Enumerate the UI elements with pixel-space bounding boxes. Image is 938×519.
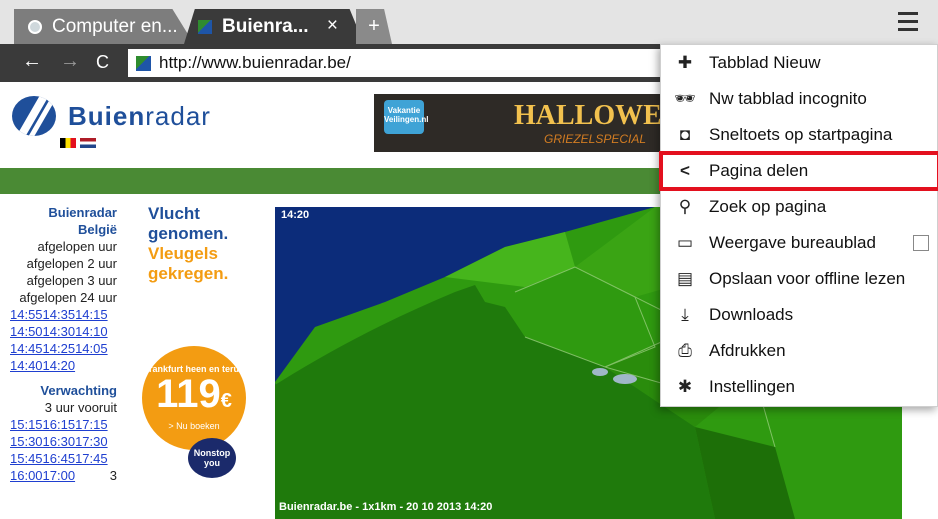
menu-item-new-tab[interactable]: ✚ Tabblad Nieuw bbox=[661, 45, 938, 81]
radar-sidebar: Buienradar België afgelopen uur afgelope… bbox=[10, 204, 117, 484]
tab-strip: Computer en... Buienra... × + bbox=[0, 0, 938, 44]
banner-title: HALLOWEEN bbox=[514, 100, 660, 131]
logo-main: Buien bbox=[68, 100, 146, 131]
site-logo[interactable]: Buienradar bbox=[12, 96, 211, 136]
time-link[interactable]: 14:5014:3014:10 bbox=[10, 323, 117, 340]
map-caption: Buienradar.be - 1x1km - 20 10 2013 14:20 bbox=[279, 501, 493, 513]
ad-line: genomen. bbox=[148, 224, 229, 243]
map-time: 14:20 bbox=[281, 209, 310, 221]
desktop-view-checkbox[interactable] bbox=[913, 235, 929, 251]
flight-ad[interactable]: Vlucht genomen. Vleugels gekregen. Frank… bbox=[128, 204, 262, 519]
ad-route: Frankfurt heen en terug bbox=[143, 364, 245, 374]
forecast-suffix: 3 bbox=[109, 468, 117, 483]
menu-item-label: Downloads bbox=[709, 305, 794, 324]
sidebar-title: Buienradar bbox=[48, 205, 117, 220]
menu-item-label: Pagina delen bbox=[709, 161, 809, 180]
forward-button[interactable]: → bbox=[60, 50, 80, 73]
ad-currency: € bbox=[220, 390, 232, 412]
ad-line: Vleugels bbox=[148, 244, 218, 263]
forecast-link[interactable]: 16:0017:00 bbox=[10, 467, 75, 484]
time-link[interactable]: 14:4514:2514:05 bbox=[10, 340, 117, 357]
past-link[interactable]: afgelopen 24 uur bbox=[10, 289, 117, 306]
buienradar-favicon bbox=[198, 19, 212, 34]
forecast-subtitle: 3 uur vooruit bbox=[44, 400, 117, 415]
menu-item-save-offline[interactable]: ▤ Opslaan voor offline lezen bbox=[661, 261, 938, 297]
search-icon: ⚲ bbox=[678, 197, 692, 216]
menu-item-share-page[interactable]: < Pagina delen bbox=[659, 151, 938, 191]
tab-buienradar[interactable]: Buienra... × bbox=[184, 9, 364, 44]
forecast-link[interactable]: 15:3016:3017:30 bbox=[10, 433, 117, 450]
url-text: http://www.buienradar.be/ bbox=[159, 53, 351, 72]
menu-item-label: Tabblad Nieuw bbox=[709, 53, 821, 72]
incognito-icon: 🕶 bbox=[674, 89, 696, 108]
time-link[interactable]: 14:5514:3514:15 bbox=[10, 306, 117, 323]
ad-price: 119 bbox=[156, 372, 221, 416]
price-badge: Frankfurt heen en terug 119€ > Nu boeken bbox=[142, 346, 246, 450]
reload-button[interactable]: C bbox=[96, 52, 109, 73]
menu-item-label: Sneltoets op startpagina bbox=[709, 125, 893, 144]
menu-item-label: Zoek op pagina bbox=[709, 197, 827, 216]
menu-item-desktop-view[interactable]: ▭ Weergave bureaublad bbox=[661, 225, 938, 261]
menu-item-incognito[interactable]: 🕶 Nw tabblad incognito bbox=[661, 81, 938, 117]
forecast-link[interactable]: 15:1516:1517:15 bbox=[10, 416, 117, 433]
desktop-icon: ▭ bbox=[676, 233, 694, 252]
past-link[interactable]: afgelopen uur bbox=[10, 238, 117, 255]
menu-icon[interactable] bbox=[898, 12, 924, 32]
ad-book[interactable]: > Nu boeken bbox=[142, 421, 246, 431]
bookmark-icon: ◘ bbox=[679, 125, 691, 144]
past-link[interactable]: afgelopen 3 uur bbox=[10, 272, 117, 289]
menu-item-label: Weergave bureaublad bbox=[709, 233, 876, 252]
menu-item-label: Instellingen bbox=[709, 377, 796, 396]
flag-be-icon[interactable] bbox=[60, 138, 76, 148]
language-flags[interactable] bbox=[60, 138, 96, 148]
past-link[interactable]: afgelopen 2 uur bbox=[10, 255, 117, 272]
save-icon: ▤ bbox=[676, 269, 694, 288]
tab-title: Buienra... bbox=[222, 15, 309, 37]
menu-item-label: Afdrukken bbox=[709, 341, 786, 360]
flag-nl-icon[interactable] bbox=[80, 138, 96, 148]
forecast-title: Verwachting bbox=[40, 383, 117, 398]
new-tab-icon: ✚ bbox=[677, 53, 693, 72]
tab-computer[interactable]: Computer en... bbox=[14, 9, 194, 44]
menu-item-print[interactable]: ⎙ Afdrukken bbox=[661, 333, 938, 369]
new-tab-button[interactable]: + bbox=[356, 9, 392, 44]
overflow-menu: ✚ Tabblad Nieuw 🕶 Nw tabblad incognito ◘… bbox=[659, 44, 938, 407]
share-icon: < bbox=[680, 161, 690, 180]
menu-item-label: Opslaan voor offline lezen bbox=[709, 269, 906, 288]
back-button[interactable]: ← bbox=[22, 50, 42, 73]
forecast-link[interactable]: 15:4516:4517:45 bbox=[10, 450, 117, 467]
settings-icon: ✱ bbox=[677, 377, 693, 396]
time-link[interactable]: 14:4014:20 bbox=[10, 357, 117, 374]
close-tab-icon[interactable]: × bbox=[327, 15, 338, 37]
sidebar-subtitle: België bbox=[77, 222, 117, 237]
menu-item-downloads[interactable]: ⤓ Downloads bbox=[661, 297, 938, 333]
menu-item-label: Nw tabblad incognito bbox=[709, 89, 867, 108]
download-icon: ⤓ bbox=[681, 305, 689, 324]
globe-icon bbox=[28, 19, 42, 34]
browser-window: Computer en... Buienra... × + ← → C http… bbox=[0, 0, 938, 519]
logo-rest: radar bbox=[145, 100, 211, 131]
menu-item-find-in-page[interactable]: ⚲ Zoek op pagina bbox=[661, 189, 938, 225]
site-favicon bbox=[136, 55, 151, 71]
banner-brand: Vakantie Veilingen.nl bbox=[384, 100, 428, 134]
print-icon: ⎙ bbox=[678, 341, 692, 360]
buienradar-logo-icon bbox=[12, 96, 56, 136]
ad-line: Vlucht bbox=[148, 204, 200, 223]
banner-subtitle: GRIEZELSPECIAL bbox=[544, 132, 647, 146]
halloween-banner[interactable]: Vakantie Veilingen.nl HALLOWEEN GRIEZELS… bbox=[374, 94, 660, 152]
nonstop-logo: Nonstop you bbox=[188, 438, 236, 478]
ad-line: gekregen. bbox=[148, 264, 229, 283]
menu-item-settings[interactable]: ✱ Instellingen bbox=[661, 369, 938, 405]
menu-item-add-to-home[interactable]: ◘ Sneltoets op startpagina bbox=[661, 117, 938, 153]
tab-title: Computer en... bbox=[52, 15, 178, 37]
